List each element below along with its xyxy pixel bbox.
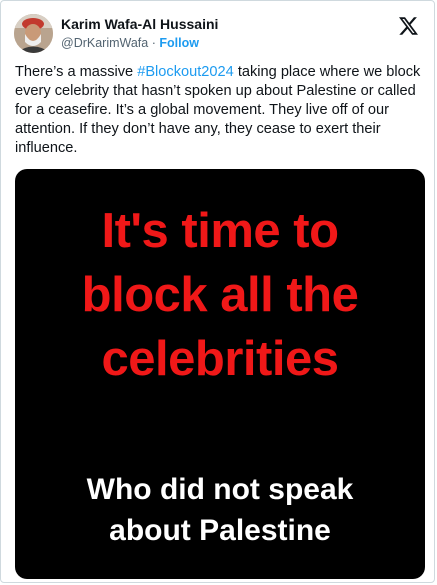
- subline-line: about Palestine: [109, 514, 331, 547]
- headline-line: celebrities: [101, 332, 339, 386]
- x-logo-icon[interactable]: [399, 17, 418, 35]
- headline-line: block all the: [81, 268, 359, 322]
- author-meta: @DrKarimWafa · Follow: [61, 36, 199, 50]
- avatar-photo: [14, 14, 53, 53]
- tweet-text-start: There’s a massive: [15, 64, 138, 80]
- avatar[interactable]: [14, 14, 53, 53]
- author-handle[interactable]: @DrKarimWafa: [61, 36, 148, 50]
- tweet-card: Karim Wafa-Al Hussaini @DrKarimWafa · Fo…: [0, 0, 435, 583]
- image-subline: Who did not speak about Palestine: [15, 469, 425, 551]
- image-headline: It's time to block all the celebrities: [15, 199, 425, 391]
- hashtag-link[interactable]: #Blockout2024: [137, 64, 234, 80]
- tweet-image[interactable]: It's time to block all the celebrities W…: [15, 169, 425, 579]
- subline-line: Who did not speak: [86, 473, 354, 506]
- headline-line: It's time to: [101, 204, 339, 258]
- tweet-text: There’s a massive #Blockout2024 taking p…: [15, 63, 427, 158]
- follow-button[interactable]: Follow: [159, 36, 199, 50]
- author-name[interactable]: Karim Wafa-Al Hussaini: [61, 16, 218, 32]
- separator-dot: ·: [151, 36, 156, 50]
